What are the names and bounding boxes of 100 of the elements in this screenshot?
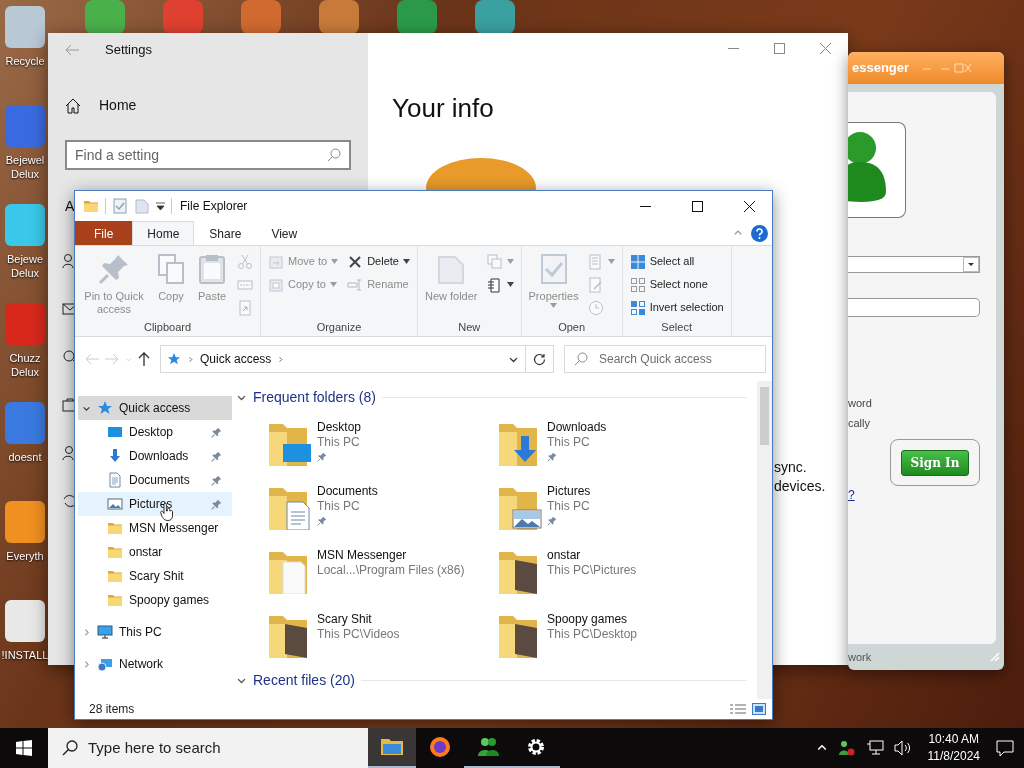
icon-label[interactable]: Everyth: [1, 549, 49, 563]
icon-label[interactable]: Recycle: [1, 54, 49, 68]
ribbon-tab[interactable]: File: [75, 221, 133, 245]
window-title: File Explorer: [180, 198, 248, 215]
ribbon-tab[interactable]: View: [256, 221, 313, 245]
folder-name: Documents: [317, 484, 378, 498]
folder-item[interactable]: MSN Messenger Local...\Program Files (x86): [265, 546, 495, 602]
people-icon[interactable]: [837, 739, 856, 757]
address-bar[interactable]: Quick access: [160, 345, 554, 373]
folder-item[interactable]: Pictures This PC: [495, 482, 725, 538]
shortcut-icon[interactable]: [5, 600, 45, 642]
breadcrumb[interactable]: Quick access: [200, 350, 272, 368]
nav-item[interactable]: Documents: [78, 468, 232, 492]
folder-location: This PC: [547, 499, 591, 513]
clock[interactable]: 10:40 AM 11/8/2024: [921, 731, 986, 765]
ribbon-button[interactable]: Select none: [626, 275, 727, 294]
tiles-view-icon[interactable]: [752, 703, 766, 715]
taskbar-search-field[interactable]: Type here to search: [48, 728, 368, 768]
icon-label[interactable]: !INSTALL: [1, 648, 49, 662]
app-icon[interactable]: [163, 0, 203, 34]
shortcut-icon[interactable]: [5, 402, 45, 444]
clipboard-icon: [196, 253, 228, 285]
nav-item[interactable]: Desktop: [78, 420, 232, 444]
section-header[interactable]: Recent files (20): [236, 670, 757, 691]
forward-arrow-icon[interactable]: [105, 353, 119, 365]
notification-icon[interactable]: [996, 739, 1014, 757]
up-arrow-icon[interactable]: [138, 352, 150, 366]
network-icon[interactable]: [865, 740, 884, 756]
folder-item[interactable]: onstar This PC\Pictures: [495, 546, 725, 602]
checked-page-icon[interactable]: [112, 198, 128, 214]
folder-name: Desktop: [317, 420, 362, 434]
window-controls-icon[interactable]: [921, 63, 972, 73]
ribbon-button[interactable]: Select all: [626, 252, 727, 271]
ribbon-tab[interactable]: Share: [194, 221, 257, 245]
nav-item[interactable]: Network: [78, 652, 232, 676]
back-arrow-icon[interactable]: [65, 44, 79, 56]
app-icon[interactable]: [241, 0, 281, 34]
search-field[interactable]: Find a setting: [65, 140, 351, 170]
close-icon: [743, 200, 755, 212]
ribbon-button[interactable]: Delete: [344, 252, 413, 271]
maximize-icon: [773, 42, 785, 54]
nav-item[interactable]: Spoopy games: [78, 588, 232, 612]
folder-location: Local...\Program Files (x86): [317, 563, 465, 577]
group-label: Select: [660, 320, 693, 334]
nav-item[interactable]: Quick access: [78, 396, 232, 420]
nav-item[interactable]: Pictures: [78, 492, 232, 516]
taskbar-app-button[interactable]: [368, 728, 416, 768]
copy-icon: [155, 253, 187, 285]
back-arrow-icon[interactable]: [85, 353, 99, 365]
details-view-icon[interactable]: [730, 703, 746, 715]
nav-item[interactable]: Downloads: [78, 444, 232, 468]
star-icon: [167, 352, 181, 366]
app-icon[interactable]: [475, 0, 515, 34]
speaker-icon[interactable]: [893, 740, 912, 756]
help-link[interactable]: ?: [848, 488, 855, 502]
refresh-icon[interactable]: [533, 352, 546, 366]
folder-item[interactable]: Scary Shit This PC\Videos: [265, 610, 495, 666]
nav-item[interactable]: onstar: [78, 540, 232, 564]
nav-item[interactable]: This PC: [78, 620, 232, 644]
help-icon[interactable]: [751, 224, 768, 242]
window-title: Settings: [105, 41, 152, 60]
chevron-icon: [187, 355, 194, 363]
ribbon-button[interactable]: Invert selection: [626, 298, 727, 317]
dropdown-icon[interactable]: [156, 201, 165, 211]
app-icon[interactable]: [85, 0, 125, 34]
folder-item[interactable]: Downloads This PC: [495, 418, 725, 474]
shortcut-icon[interactable]: [5, 6, 45, 48]
window-title: essenger: [852, 59, 910, 78]
password-field[interactable]: [848, 298, 980, 317]
page-heading: Your info: [392, 92, 495, 125]
folder-item[interactable]: Spoopy games This PC\Desktop: [495, 610, 725, 666]
icon-label[interactable]: Bejewel Delux: [1, 153, 49, 181]
down-arrow-icon: [107, 448, 123, 464]
folder-item[interactable]: Desktop This PC: [265, 418, 495, 474]
caret-icon: [963, 257, 979, 272]
folder-location: This PC: [547, 435, 591, 449]
app-icon[interactable]: [319, 0, 359, 34]
computer-icon: [97, 624, 113, 640]
star-icon: [97, 400, 113, 416]
folder-location: This PC: [317, 435, 361, 449]
network-icon: [97, 656, 113, 672]
folder-location: This PC\Videos: [317, 627, 400, 641]
scrollbar[interactable]: [757, 381, 772, 699]
icon-label[interactable]: doesnt: [1, 450, 49, 464]
nav-item[interactable]: Scary Shit: [78, 564, 232, 588]
dropdown-field[interactable]: [848, 256, 980, 273]
section-header[interactable]: Frequent folders (8): [236, 387, 757, 408]
page-lines-icon: [587, 253, 604, 270]
shortcut-icon[interactable]: [5, 501, 45, 543]
group-label: New: [457, 320, 482, 334]
pencil-page-icon: [587, 276, 604, 293]
folder-item[interactable]: Documents This PC: [265, 482, 495, 538]
app-icon[interactable]: [397, 0, 437, 34]
icon-label[interactable]: Bejewe Delux: [1, 252, 49, 280]
home-nav-item[interactable]: Home: [65, 89, 351, 122]
ribbon-tab[interactable]: Home: [132, 221, 195, 245]
shortcut-icon[interactable]: [5, 204, 45, 246]
pin-icon: [98, 253, 130, 285]
resize-grip-icon[interactable]: [990, 652, 1000, 662]
icon-label[interactable]: Chuzz Delux: [1, 351, 49, 379]
